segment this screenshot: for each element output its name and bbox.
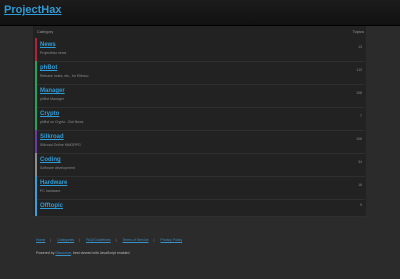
category-title-link[interactable]: Crypto (40, 111, 59, 117)
footer-link-tos[interactable]: Terms of Service (122, 238, 148, 242)
category-description: PC hardware (40, 189, 61, 193)
category-topic-count: 108 (356, 91, 362, 95)
footer-link-privacy[interactable]: Privacy Policy (160, 238, 182, 242)
category-row[interactable]: Hardware PC hardware 16 (35, 176, 365, 200)
discourse-link[interactable]: Discourse (55, 251, 71, 255)
category-description: Software development (40, 166, 75, 170)
category-title-link[interactable]: Offtopic (40, 203, 63, 209)
footer-link-categories[interactable]: Categories (57, 238, 74, 242)
footer-link-home[interactable]: Home (36, 238, 45, 242)
category-row[interactable]: Offtopic 9 (35, 199, 365, 217)
category-topic-count: 34 (358, 160, 362, 164)
category-description: phBot on Crypto - Bot News (40, 120, 84, 124)
category-row[interactable]: phBot Release notes, etc., for Ellimoo 1… (35, 61, 365, 85)
footer-link-faq[interactable]: FAQ/Guidelines (86, 238, 111, 242)
category-topic-count: 106 (356, 137, 362, 141)
credits-prefix: Powered by (36, 251, 55, 255)
category-column-header: Category (37, 29, 54, 34)
category-color-bar (35, 130, 37, 153)
category-title-link[interactable]: Silkroad (40, 134, 64, 140)
category-title-link[interactable]: phBot (40, 65, 57, 71)
powered-by-credits: Powered by Discourse, best viewed with J… (36, 251, 129, 255)
credits-suffix: , best viewed with JavaScript enabled (71, 251, 130, 255)
category-topic-count: 7 (360, 114, 362, 118)
category-description: Release notes, etc., for Ellimoo (40, 74, 89, 78)
category-color-bar (35, 38, 37, 61)
category-topic-count: 16 (358, 183, 362, 187)
category-color-bar (35, 84, 37, 107)
category-title-link[interactable]: Hardware (40, 180, 67, 186)
category-topic-count: 9 (360, 203, 362, 207)
category-row[interactable]: Coding Software development 34 (35, 153, 365, 177)
category-color-bar (35, 199, 37, 216)
category-color-bar (35, 153, 37, 176)
site-logo-link[interactable]: ProjectHax (4, 4, 61, 16)
category-title-link[interactable]: Manager (40, 88, 65, 94)
category-title-link[interactable]: Coding (40, 157, 61, 163)
category-title-link[interactable]: News (40, 42, 56, 48)
category-description: ProjectHax news (40, 51, 67, 55)
topics-column-header: Topics (352, 29, 364, 34)
category-color-bar (35, 107, 37, 130)
category-row[interactable]: News ProjectHax news 13 (35, 38, 365, 62)
footer-nav: Home | Categories | FAQ/Guidelines | Terms … (36, 238, 183, 242)
category-row[interactable]: Manager phBot Manager 108 (35, 84, 365, 108)
category-color-bar (35, 176, 37, 199)
category-description: phBot Manager (40, 97, 64, 101)
category-topic-count: 113 (356, 68, 362, 72)
category-row[interactable]: Crypto phBot on Crypto - Bot News 7 (35, 107, 365, 131)
category-description: Silkroad Online MMORPG (40, 143, 81, 147)
category-topic-count: 13 (358, 45, 362, 49)
category-row[interactable]: Silkroad Silkroad Online MMORPG 106 (35, 130, 365, 154)
top-header: ProjectHax (0, 0, 400, 26)
category-color-bar (35, 61, 37, 84)
